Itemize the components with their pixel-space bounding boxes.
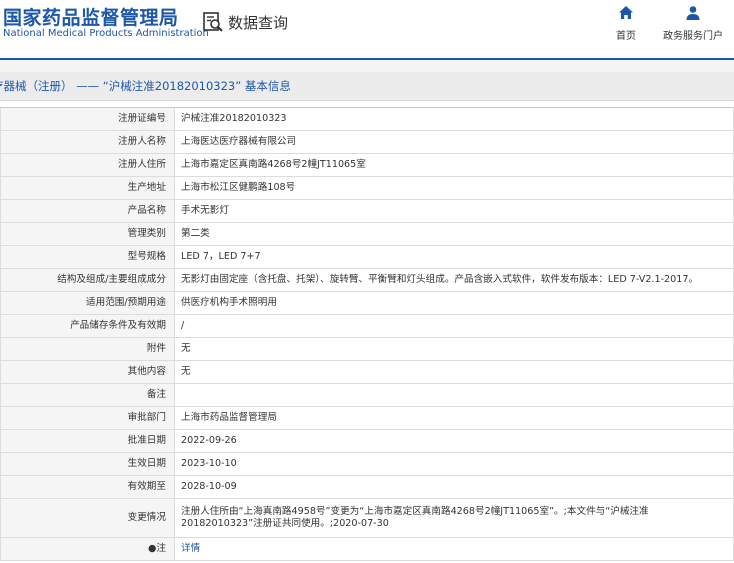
row-label: 结构及组成/主要组成成分 (0, 268, 175, 292)
row-value: 手术无影灯 (174, 199, 734, 223)
row-value (174, 383, 734, 407)
home-button[interactable]: 首页 (591, 5, 661, 42)
row-value: 2023-10-10 (174, 452, 734, 476)
row-label: 注册人名称 (0, 130, 175, 154)
table-row: 注册人名称 上海医达医疗器械有限公司 (0, 130, 734, 154)
table-row: 生产地址 上海市松江区健鹏路108号 (0, 176, 734, 200)
table-row: 产品名称 手术无影灯 (0, 199, 734, 223)
row-value: / (174, 314, 734, 338)
row-label: 生产地址 (0, 176, 175, 200)
user-icon (658, 5, 728, 21)
row-label: 注册人住所 (0, 153, 175, 177)
row-label: 批准日期 (0, 429, 175, 453)
row-value: 2022-09-26 (174, 429, 734, 453)
row-label: 管理类别 (0, 222, 175, 246)
row-value: 上海市嘉定区真南路4268号2幢JT11065室 (174, 153, 734, 177)
row-value: 注册人住所由“上海真南路4958号”变更为“上海市嘉定区真南路4268号2幢JT… (174, 498, 734, 538)
table-row: 适用范围/预期用途 供医疗机构手术照明用 (0, 291, 734, 315)
row-value: 2028-10-09 (174, 475, 734, 499)
row-value: 无 (174, 360, 734, 384)
table-row: 附件 无 (0, 337, 734, 361)
table-row: 批准日期 2022-09-26 (0, 429, 734, 453)
row-label: 产品名称 (0, 199, 175, 223)
table-row: 注册人住所 上海市嘉定区真南路4268号2幢JT11065室 (0, 153, 734, 177)
table-row: 产品储存条件及有效期 / (0, 314, 734, 338)
table-row: 型号规格 LED 7，LED 7+7 (0, 245, 734, 269)
table-row: 有效期至 2028-10-09 (0, 475, 734, 499)
table-row: 其他内容 无 (0, 360, 734, 384)
table-row: 备注 (0, 383, 734, 407)
gov-service-portal-button[interactable]: 政务服务门户 (658, 5, 728, 42)
table-row: 变更情况 注册人住所由“上海真南路4958号”变更为“上海市嘉定区真南路4268… (0, 498, 734, 538)
table-row: 生效日期 2023-10-10 (0, 452, 734, 476)
record-title-bar: 疗器械（注册） —— “沪械注准20182010323” 基本信息 (0, 72, 734, 101)
row-label: 附件 (0, 337, 175, 361)
home-label: 首页 (616, 31, 636, 42)
table-row: 结构及组成/主要组成成分 无影灯由固定座（含托盘、托架）、旋转臂、平衡臂和灯头组… (0, 268, 734, 292)
home-icon (591, 5, 661, 21)
data-query-label: 数据查询 (228, 13, 289, 32)
row-label: 备注 (0, 383, 175, 407)
row-label: 变更情况 (0, 498, 175, 538)
data-query-link[interactable]: 数据查询 (202, 10, 288, 34)
table-row: 审批部门 上海市药品监督管理局 (0, 406, 734, 430)
row-label: 有效期至 (0, 475, 175, 499)
row-label: 审批部门 (0, 406, 175, 430)
row-label: ●注 (0, 537, 175, 561)
data-query-icon (202, 11, 224, 33)
site-logo-subtitle: National Medical Products Administration (3, 28, 209, 39)
record-title: 疗器械（注册） —— “沪械注准20182010323” 基本信息 (0, 79, 291, 93)
row-value: LED 7，LED 7+7 (174, 245, 734, 269)
row-value: 供医疗机构手术照明用 (174, 291, 734, 315)
details-link[interactable]: 详情 (181, 543, 200, 554)
row-value: 上海市药品监督管理局 (174, 406, 734, 430)
row-label: 型号规格 (0, 245, 175, 269)
header-gap (0, 60, 734, 72)
row-label: 注册证编号 (0, 107, 175, 131)
site-logo-title[interactable]: 国家药品监督管理局 (3, 3, 179, 30)
table-row: ●注 详情 (0, 537, 734, 561)
row-value: 无影灯由固定座（含托盘、托架）、旋转臂、平衡臂和灯头组成。产品含嵌入式软件，软件… (174, 268, 734, 292)
row-label: 其他内容 (0, 360, 175, 384)
gov-service-portal-label: 政务服务门户 (663, 31, 723, 42)
table-row: 注册证编号 沪械注准20182010323 (0, 107, 734, 131)
row-value: 第二类 (174, 222, 734, 246)
row-label: 产品储存条件及有效期 (0, 314, 175, 338)
row-value: 上海医达医疗器械有限公司 (174, 130, 734, 154)
table-row: 管理类别 第二类 (0, 222, 734, 246)
site-header: 国家药品监督管理局 National Medical Products Admi… (0, 0, 734, 58)
row-label: 生效日期 (0, 452, 175, 476)
row-label: 适用范围/预期用途 (0, 291, 175, 315)
row-value-cell: 详情 (174, 537, 734, 561)
row-value: 沪械注准20182010323 (174, 107, 734, 131)
row-value: 无 (174, 337, 734, 361)
detail-table: 注册证编号 沪械注准20182010323 注册人名称 上海医达医疗器械有限公司… (0, 107, 734, 561)
row-value: 上海市松江区健鹏路108号 (174, 176, 734, 200)
